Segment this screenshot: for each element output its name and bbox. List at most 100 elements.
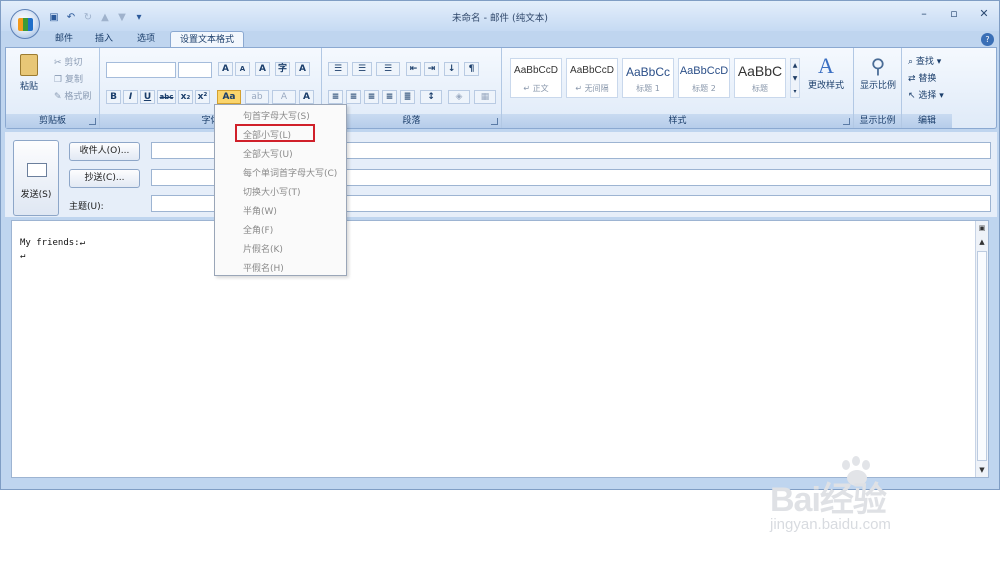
message-body[interactable]: My friends:↵ ↵ ▣ ▲ ▼ (11, 220, 989, 478)
grow-font-icon[interactable]: A (218, 62, 233, 76)
clear-formatting-icon[interactable]: A (255, 62, 270, 76)
tab-message[interactable]: 邮件 (49, 31, 79, 48)
zoom-button[interactable]: ⚲ 显示比例 (856, 54, 900, 91)
ruler-toggle-icon[interactable]: ▣ (976, 223, 988, 233)
style-preview: AaBbCcD (570, 65, 614, 76)
menu-item-uppercase[interactable]: 全部大写(U) (243, 147, 293, 160)
envelope-icon (27, 163, 47, 177)
styles-scroll[interactable]: ▲ ▼ ▾ (790, 58, 800, 98)
shading-icon[interactable]: ◈ (448, 90, 470, 104)
cut-button[interactable]: ✂ 剪切 (54, 55, 82, 68)
justify-icon[interactable]: ≡ (382, 90, 397, 104)
menu-item-capitalize-each-word[interactable]: 每个单词首字母大写(C) (243, 166, 337, 179)
zoom-group-label: 显示比例 (854, 114, 901, 128)
replace-button[interactable]: ⇄ 替换 (908, 71, 936, 84)
menu-item-sentence-case[interactable]: 句首字母大写(S) (243, 109, 310, 122)
replace-icon: ⇄ (908, 74, 919, 84)
vertical-scrollbar[interactable]: ▣ ▲ ▼ (975, 221, 988, 477)
distribute-icon[interactable]: ≣ (400, 90, 415, 104)
change-styles-button[interactable]: A 更改样式 (804, 54, 848, 92)
scroll-thumb[interactable] (977, 251, 987, 461)
select-button[interactable]: ↖ 选择 ▾ (908, 88, 944, 101)
multilevel-list-icon[interactable]: ☰ (376, 62, 400, 76)
numbering-icon[interactable]: ☰ (352, 62, 372, 76)
font-color-icon[interactable]: A (272, 90, 296, 104)
maximize-button[interactable]: ▫ (947, 7, 961, 21)
superscript-button[interactable]: x² (195, 90, 210, 104)
paragraph-launcher-icon[interactable] (491, 118, 498, 125)
scroll-up-icon[interactable]: ▲ (976, 237, 988, 247)
copy-label: 复制 (64, 75, 83, 85)
group-clipboard: 粘贴 ✂ 剪切 ❐ 复制 ✎ 格式刷 剪贴板 (6, 48, 100, 128)
to-button[interactable]: 收件人(O)... (69, 142, 140, 161)
strikethrough-button[interactable]: abc (157, 90, 176, 104)
style-title[interactable]: AaBbC 标题 (734, 58, 786, 98)
sort-icon[interactable]: ↓ (444, 62, 459, 76)
bullets-icon[interactable]: ☰ (328, 62, 348, 76)
styles-group-label: 样式 (502, 114, 853, 128)
align-center-icon[interactable]: ≡ (346, 90, 361, 104)
format-painter-button[interactable]: ✎ 格式刷 (54, 89, 91, 102)
style-preview: AaBbCcD (514, 65, 558, 76)
decrease-indent-icon[interactable]: ⇤ (406, 62, 421, 76)
menu-item-katakana[interactable]: 片假名(K) (243, 242, 283, 255)
highlight-box (235, 124, 315, 142)
close-button[interactable]: ✕ (977, 7, 991, 21)
cc-button[interactable]: 抄送(C)... (69, 169, 140, 188)
paste-button[interactable]: 粘贴 (14, 54, 44, 92)
highlight-color-icon[interactable]: ab (245, 90, 269, 104)
tab-format-text[interactable]: 设置文本格式 (170, 31, 244, 48)
style-heading-1[interactable]: AaBbCc 标题 1 (622, 58, 674, 98)
format-painter-label: 格式刷 (64, 92, 92, 102)
subscript-button[interactable]: x₂ (178, 90, 193, 104)
body-text[interactable]: My friends:↵ ↵ (20, 237, 85, 263)
style-normal[interactable]: AaBbCcD ↵ 正文 (510, 58, 562, 98)
font-size-select[interactable] (178, 62, 212, 78)
help-icon[interactable]: ? (981, 33, 994, 46)
find-label: 查找 ▾ (915, 57, 942, 67)
minimize-button[interactable]: – (917, 7, 931, 21)
office-button[interactable] (10, 9, 40, 39)
menu-item-half-width[interactable]: 半角(W) (243, 204, 277, 217)
tab-options[interactable]: 选项 (129, 31, 163, 48)
align-right-icon[interactable]: ≡ (364, 90, 379, 104)
style-preview: AaBbCcD (679, 65, 729, 77)
tab-insert[interactable]: 插入 (89, 31, 119, 48)
title-bar: ▣ ↶ ↻ ▲ ▼ ▾ 未命名 - 邮件 (纯文本) – ▫ ✕ (1, 1, 999, 31)
shrink-font-icon[interactable]: A (235, 62, 250, 76)
style-heading-2[interactable]: AaBbCcD 标题 2 (678, 58, 730, 98)
bold-button[interactable]: B (106, 90, 121, 104)
align-left-icon[interactable]: ≡ (328, 90, 343, 104)
menu-item-hiragana[interactable]: 平假名(H) (243, 261, 284, 274)
style-name: 标题 1 (636, 84, 660, 93)
send-button[interactable]: 发送(S) (13, 140, 59, 216)
character-border-icon[interactable]: A (295, 62, 310, 76)
group-zoom: ⚲ 显示比例 显示比例 (854, 48, 902, 128)
clipboard-launcher-icon[interactable] (89, 118, 96, 125)
brush-icon: ✎ (54, 92, 65, 102)
menu-item-full-width[interactable]: 全角(F) (243, 223, 273, 236)
italic-button[interactable]: I (123, 90, 138, 104)
select-label: 选择 ▾ (918, 91, 944, 101)
zoom-label: 显示比例 (859, 81, 896, 91)
phonetic-guide-icon[interactable]: 字 (275, 62, 290, 76)
menu-item-toggle-case[interactable]: 切换大小写(T) (243, 185, 301, 198)
copy-button[interactable]: ❐ 复制 (54, 72, 83, 85)
style-no-spacing[interactable]: AaBbCcD ↵ 无间隔 (566, 58, 618, 98)
styles-launcher-icon[interactable] (843, 118, 850, 125)
character-shading-icon[interactable]: A (299, 90, 314, 104)
show-marks-icon[interactable]: ¶ (464, 62, 479, 76)
watermark-brand: Bai经验 (770, 481, 887, 519)
ribbon-tabs: 邮件 插入 选项 设置文本格式 ? (1, 31, 999, 48)
scissors-icon: ✂ (54, 58, 65, 68)
send-label: 发送(S) (20, 190, 52, 200)
find-button[interactable]: ⌕ 查找 ▾ (908, 54, 941, 67)
increase-indent-icon[interactable]: ⇥ (424, 62, 439, 76)
line-spacing-icon[interactable]: ↕ (420, 90, 442, 104)
change-case-button[interactable]: Aa (217, 90, 241, 104)
borders-icon[interactable]: ▦ (474, 90, 496, 104)
clipboard-icon (20, 54, 38, 76)
font-name-select[interactable] (106, 62, 176, 78)
replace-label: 替换 (918, 74, 937, 84)
underline-button[interactable]: U (140, 90, 155, 104)
